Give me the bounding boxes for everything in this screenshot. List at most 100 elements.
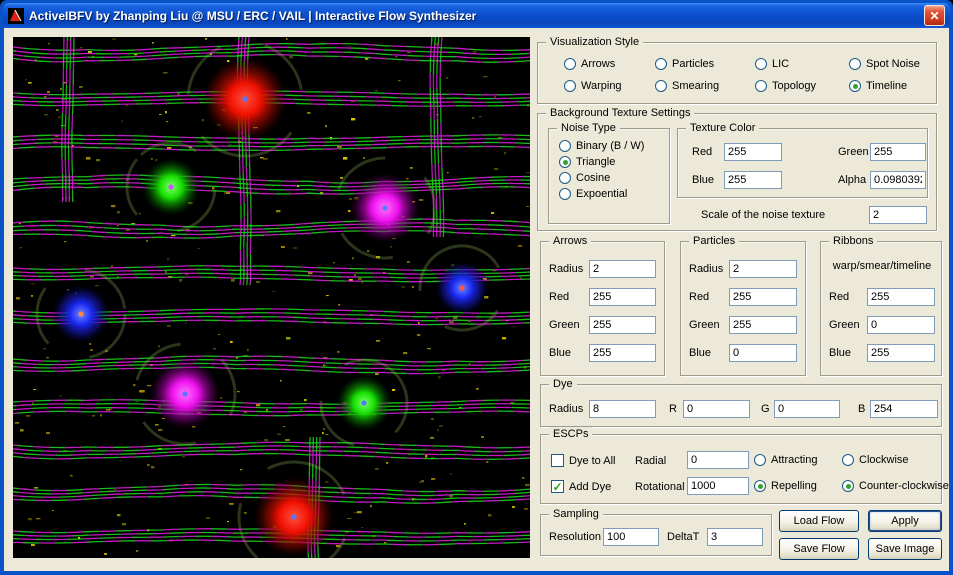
green-label: Green <box>829 316 860 334</box>
app-window: ActiveIBFV by Zhanping Liu @ MSU / ERC /… <box>0 0 953 575</box>
title-bar[interactable]: ActiveIBFV by Zhanping Liu @ MSU / ERC /… <box>3 3 950 28</box>
radio-icon <box>559 140 571 152</box>
flow-field-canvas <box>13 37 530 558</box>
radio-icon <box>754 480 766 492</box>
dye-r-input[interactable] <box>683 400 750 418</box>
group-title: Background Texture Settings <box>546 106 694 120</box>
b-label: B <box>858 400 865 418</box>
radio-spot-noise[interactable]: Spot Noise <box>849 58 920 70</box>
radio-icon <box>849 58 861 70</box>
blue-label: Blue <box>829 344 851 362</box>
radio-icon <box>564 80 576 92</box>
texture-green-input[interactable] <box>870 143 926 161</box>
red-label: Red <box>692 143 712 161</box>
radio-icon <box>559 156 571 168</box>
radial-input[interactable] <box>687 451 749 469</box>
radio-triangle[interactable]: Triangle <box>559 156 615 168</box>
radio-binary[interactable]: Binary (B / W) <box>559 140 644 152</box>
dye-g-input[interactable] <box>774 400 840 418</box>
particles-red-input[interactable] <box>729 288 797 306</box>
arrows-group: Arrows Radius Red Green Blue <box>540 241 665 376</box>
blue-label: Blue <box>692 171 714 189</box>
red-label: Red <box>829 288 849 306</box>
checkbox-icon <box>551 480 564 493</box>
close-button[interactable]: ✕ <box>924 5 945 26</box>
group-title: Visualization Style <box>546 35 643 49</box>
ribbons-note: warp/smear/timeline <box>821 260 943 272</box>
alpha-label: Alpha <box>838 171 866 189</box>
particles-group: Particles Radius Red Green Blue <box>680 241 806 376</box>
radio-counter-clockwise[interactable]: Counter-clockwise <box>842 480 949 492</box>
noise-scale-input[interactable] <box>869 206 927 224</box>
radius-label: Radius <box>549 260 583 278</box>
g-label: G <box>761 400 770 418</box>
deltat-input[interactable] <box>707 528 763 546</box>
flow-visualization[interactable] <box>13 37 530 558</box>
green-label: Green <box>549 316 580 334</box>
radio-lic[interactable]: LIC <box>755 58 789 70</box>
particles-blue-input[interactable] <box>729 344 797 362</box>
radio-cosine[interactable]: Cosine <box>559 172 610 184</box>
red-label: Red <box>689 288 709 306</box>
radio-arrows[interactable]: Arrows <box>564 58 615 70</box>
radio-particles[interactable]: Particles <box>655 58 714 70</box>
checkbox-dye-to-all[interactable]: Dye to All <box>551 454 615 467</box>
radio-repelling[interactable]: Repelling <box>754 480 817 492</box>
particles-radius-input[interactable] <box>729 260 797 278</box>
checkbox-add-dye[interactable]: Add Dye <box>551 480 611 493</box>
load-flow-button[interactable]: Load Flow <box>779 510 859 532</box>
arrows-blue-input[interactable] <box>589 344 656 362</box>
radio-icon <box>559 172 571 184</box>
radio-warping[interactable]: Warping <box>564 80 622 92</box>
dye-b-input[interactable] <box>870 400 938 418</box>
ribbons-green-input[interactable] <box>867 316 935 334</box>
app-icon[interactable] <box>8 8 24 24</box>
blue-label: Blue <box>689 344 711 362</box>
apply-button[interactable]: Apply <box>868 510 942 532</box>
radio-icon <box>842 480 854 492</box>
radio-icon <box>754 454 766 466</box>
arrows-red-input[interactable] <box>589 288 656 306</box>
radio-icon <box>849 80 861 92</box>
radio-icon <box>755 58 767 70</box>
sampling-group: Sampling Resolution DeltaT <box>540 514 772 556</box>
arrows-radius-input[interactable] <box>589 260 656 278</box>
checkbox-icon <box>551 454 564 467</box>
r-label: R <box>669 400 677 418</box>
radio-icon <box>564 58 576 70</box>
radio-timeline[interactable]: Timeline <box>849 80 907 92</box>
ribbons-red-input[interactable] <box>867 288 935 306</box>
texture-red-input[interactable] <box>724 143 782 161</box>
particles-green-input[interactable] <box>729 316 797 334</box>
radio-smearing[interactable]: Smearing <box>655 80 719 92</box>
arrows-green-input[interactable] <box>589 316 656 334</box>
save-image-button[interactable]: Save Image <box>868 538 942 560</box>
texture-alpha-input[interactable] <box>870 171 926 189</box>
resolution-label: Resolution <box>549 528 601 546</box>
radio-icon <box>842 454 854 466</box>
ribbons-blue-input[interactable] <box>867 344 935 362</box>
radius-label: Radius <box>689 260 723 278</box>
radial-label: Radial <box>635 452 666 470</box>
radius-label: Radius <box>549 400 583 418</box>
ribbons-group: Ribbons warp/smear/timeline Red Green Bl… <box>820 241 942 376</box>
green-label: Green <box>838 143 869 161</box>
group-title: Noise Type <box>557 121 620 135</box>
rotational-label: Rotational <box>635 478 685 496</box>
rotational-input[interactable] <box>687 477 749 495</box>
radio-icon <box>755 80 767 92</box>
dye-radius-input[interactable] <box>589 400 656 418</box>
radio-exponential[interactable]: Expoential <box>559 188 627 200</box>
deltat-label: DeltaT <box>667 528 699 546</box>
group-title: Particles <box>689 234 739 248</box>
texture-blue-input[interactable] <box>724 171 782 189</box>
radio-clockwise[interactable]: Clockwise <box>842 454 909 466</box>
resolution-input[interactable] <box>603 528 659 546</box>
background-texture-group: Background Texture Settings Noise Type B… <box>537 113 937 231</box>
group-title: Arrows <box>549 234 591 248</box>
texture-color-group: Texture Color Red Green Blue Alpha <box>677 128 928 198</box>
save-flow-button[interactable]: Save Flow <box>779 538 859 560</box>
radio-attracting[interactable]: Attracting <box>754 454 817 466</box>
radio-topology[interactable]: Topology <box>755 80 816 92</box>
radio-icon <box>655 58 667 70</box>
